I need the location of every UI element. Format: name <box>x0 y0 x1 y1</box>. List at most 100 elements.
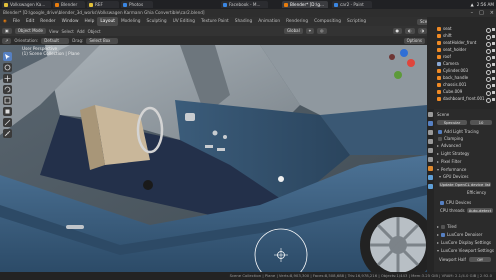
outliner-row[interactable]: back_handle <box>427 75 496 82</box>
outliner-row[interactable]: dashboard_front.001 <box>427 96 496 103</box>
workspace-tab-scripting[interactable]: Scripting <box>344 17 369 26</box>
move-tool[interactable] <box>3 74 12 83</box>
eye-icon[interactable] <box>486 27 491 33</box>
shading-material-icon[interactable]: ◐ <box>405 28 415 34</box>
taskbar-tab-6[interactable]: car2 - Paint <box>332 1 372 8</box>
object-tab-icon[interactable] <box>428 166 433 171</box>
clock[interactable]: 2:56 AM <box>477 2 494 7</box>
eye-icon[interactable] <box>486 41 491 47</box>
object-mode-dropdown[interactable]: Object Mode <box>14 28 46 34</box>
select-box-tool[interactable] <box>3 52 12 61</box>
camera-icon[interactable] <box>492 34 495 38</box>
camera-icon[interactable] <box>492 97 495 101</box>
outliner-row[interactable]: Camera <box>427 61 496 68</box>
3d-viewport[interactable] <box>0 45 427 272</box>
eye-icon[interactable] <box>486 90 491 96</box>
workspace-tab-uv-editing[interactable]: UV Editing <box>170 17 198 26</box>
eye-icon[interactable] <box>486 97 491 103</box>
taskbar-tab-0[interactable]: Volkswagen Ka... <box>2 1 51 8</box>
outliner-row[interactable]: chassis.001 <box>427 82 496 89</box>
clamping-row[interactable]: Clamping <box>427 135 496 142</box>
workspace-tab-texture-paint[interactable]: Texture Paint <box>198 17 232 26</box>
transform-orientation-dropdown[interactable]: Global <box>283 28 303 34</box>
minimize-icon[interactable]: – <box>471 10 474 16</box>
viewport-half-dropdown[interactable]: Off <box>469 257 491 262</box>
eye-icon[interactable] <box>486 69 491 75</box>
view-layer-tab-icon[interactable] <box>428 139 433 144</box>
gpu-devices-section[interactable]: ▾ GPU Devices <box>427 173 496 180</box>
eye-icon[interactable] <box>486 62 491 68</box>
drag-dropdown[interactable]: Select Box <box>86 37 119 44</box>
view-menu[interactable]: View <box>49 29 59 34</box>
taskbar-tab-2[interactable]: REF <box>87 1 119 8</box>
render-tab-icon[interactable] <box>428 121 433 126</box>
menu-render[interactable]: Render <box>37 17 58 26</box>
workspace-tab-shading[interactable]: Shading <box>232 17 255 26</box>
taskbar-tab-1[interactable]: Blender <box>53 1 85 8</box>
cpu-threads-dropdown[interactable]: Auto-detect <box>467 208 493 213</box>
workspace-tab-sculpting[interactable]: Sculpting <box>144 17 170 26</box>
render-count-field[interactable]: 10 <box>470 120 492 125</box>
add-light-tracing-row[interactable]: Add Light Tracing <box>427 128 496 135</box>
taskbar-tab-3[interactable]: Photos <box>121 1 153 8</box>
pixel-filter-section[interactable]: ▸ Pixel Filter <box>427 158 496 165</box>
workspace-tab-rendering[interactable]: Rendering <box>283 17 311 26</box>
physics-tab-icon[interactable] <box>428 184 433 189</box>
outliner-row[interactable]: seat <box>427 26 496 33</box>
add-menu[interactable]: Add <box>77 29 85 34</box>
camera-icon[interactable] <box>492 83 495 87</box>
close-icon[interactable]: × <box>490 10 494 16</box>
cpu-devices-row[interactable]: CPU Devices <box>427 199 496 206</box>
eye-icon[interactable] <box>486 76 491 82</box>
object-menu[interactable]: Object <box>88 29 101 34</box>
outliner-row[interactable]: Cylinder.003 <box>427 68 496 75</box>
scale-tool[interactable] <box>3 96 12 105</box>
tool-icon[interactable]: ↗ <box>2 37 12 44</box>
world-tab-icon[interactable] <box>428 157 433 162</box>
blender-logo-icon[interactable]: ◉ <box>0 17 10 26</box>
checkbox[interactable] <box>438 129 442 134</box>
update-opencl-button[interactable]: Update OpenCL device list <box>439 182 491 187</box>
checkbox[interactable] <box>438 136 442 141</box>
tool-tab-icon[interactable] <box>428 112 433 117</box>
camera-icon[interactable] <box>492 62 495 66</box>
output-tab-icon[interactable] <box>428 130 433 135</box>
light-strategy-section[interactable]: ▸ Light Strategy <box>427 150 496 157</box>
scene-tab-icon[interactable] <box>428 148 433 153</box>
eye-icon[interactable] <box>486 55 491 61</box>
camera-icon[interactable] <box>492 90 495 94</box>
advanced-section[interactable]: ▸ Advanced <box>427 142 496 149</box>
modifier-tab-icon[interactable] <box>428 175 433 180</box>
camera-icon[interactable] <box>492 76 495 80</box>
measure-tool[interactable] <box>3 129 12 138</box>
menu-window[interactable]: Window <box>59 17 82 26</box>
display-settings-section[interactable]: ▸ LuxCore Display Settings <box>427 239 496 246</box>
menu-help[interactable]: Help <box>82 17 98 26</box>
taskbar-tab-4[interactable]: Facebook - M... <box>221 1 268 8</box>
wifi-icon[interactable]: ▲ <box>471 2 474 7</box>
checkbox[interactable] <box>440 200 444 205</box>
outliner-row[interactable]: seat_holder <box>427 47 496 54</box>
shading-rendered-icon[interactable]: ◑ <box>417 28 427 34</box>
menu-file[interactable]: File <box>10 17 23 26</box>
checkbox[interactable] <box>441 232 445 237</box>
outliner-row[interactable]: roof <box>427 54 496 61</box>
camera-icon[interactable] <box>492 69 495 73</box>
transform-tool[interactable] <box>3 107 12 116</box>
snap-icon[interactable]: ⌖ <box>305 28 314 34</box>
camera-icon[interactable] <box>492 48 495 52</box>
camera-icon[interactable] <box>492 27 495 31</box>
workspace-tab-layout[interactable]: Layout <box>97 17 118 26</box>
rotate-tool[interactable] <box>3 85 12 94</box>
denoiser-row[interactable]: ▸ LuxCore Denoiser <box>427 231 496 238</box>
cursor-tool[interactable] <box>3 63 12 72</box>
taskbar-tab-5[interactable]: Blender* [D:\g... <box>282 1 328 8</box>
eye-icon[interactable] <box>486 83 491 89</box>
camera-icon[interactable] <box>492 55 495 59</box>
maximize-icon[interactable]: □ <box>479 10 484 16</box>
eye-icon[interactable] <box>486 34 491 40</box>
orientation-dropdown[interactable]: Default <box>41 37 70 44</box>
camera-icon[interactable] <box>492 41 495 45</box>
editor-type-dropdown[interactable]: ▣ <box>2 28 12 34</box>
outliner-row[interactable]: seatHolder_front <box>427 40 496 47</box>
